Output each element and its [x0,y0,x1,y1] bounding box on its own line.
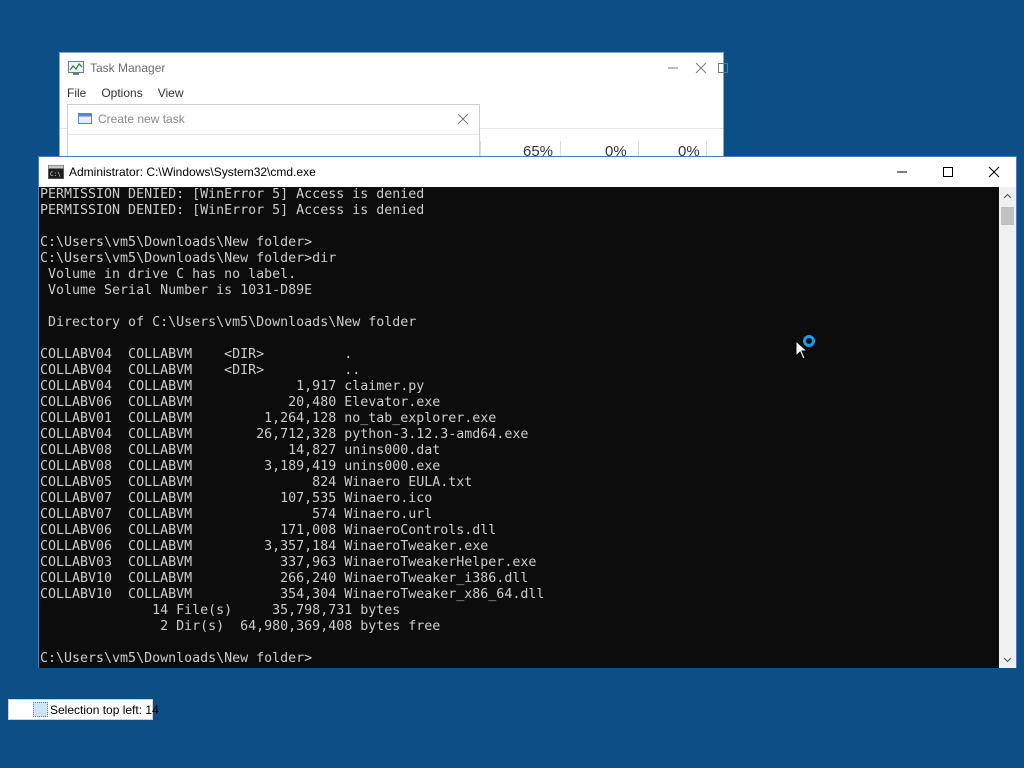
console-line: 14 File(s) 35,798,731 bytes [40,603,401,618]
console-line: COLLABV03 COLLABVM 337,963 WinaeroTweake… [40,555,537,570]
selection-icon [33,702,48,717]
console-line: COLLABV08 COLLABVM 3,189,419 unins000.ex… [40,459,441,474]
minimize-icon [897,171,907,173]
console-line: COLLABV06 COLLABVM 171,008 WinaeroContro… [40,523,497,538]
console-line: COLLABV07 COLLABVM 574 Winaero.url [40,507,433,522]
menu-options[interactable]: Options [94,83,150,103]
console-line: COLLABV04 COLLABVM <DIR> .. [40,363,361,378]
console-text: PERMISSION DENIED: [WinError 5] Access i… [39,187,999,667]
menu-view[interactable]: View [151,83,192,103]
console-line: C:\Users\vm5\Downloads\New folder>dir [40,251,337,266]
console-line: COLLABV05 COLLABVM 824 Winaero EULA.txt [40,475,473,490]
console-line: PERMISSION DENIED: [WinError 5] Access i… [40,203,425,218]
scrollbar-thumb[interactable] [1001,207,1014,225]
console-line: 2 Dir(s) 64,980,369,408 bytes free [40,619,441,634]
console-line: COLLABV04 COLLABVM 1,917 claimer.py [40,379,425,394]
close-button[interactable] [971,157,1017,187]
selection-tooltip-text: Selection top left: 14 [50,703,159,717]
task-manager-icon [68,61,84,75]
console-line: Volume Serial Number is 1031-D89E [40,283,313,298]
console-line: COLLABV07 COLLABVM 107,535 Winaero.ico [40,491,433,506]
console-output[interactable]: PERMISSION DENIED: [WinError 5] Access i… [39,187,999,668]
console-line: COLLABV10 COLLABVM 266,240 WinaeroTweake… [40,571,529,586]
cmd-titlebar[interactable]: C:\ Administrator: C:\Windows\System32\c… [39,157,1016,187]
console-line: COLLABV10 COLLABVM 354,304 WinaeroTweake… [40,587,545,602]
task-manager-menubar: File Options View [60,83,192,103]
console-line: COLLABV01 COLLABVM 1,264,128 no_tab_expl… [40,411,497,426]
scroll-down-button[interactable] [999,651,1016,668]
cmd-icon: C:\ [48,165,64,179]
cmd-title: Administrator: C:\Windows\System32\cmd.e… [69,165,316,179]
minimize-button[interactable] [879,157,925,187]
maximize-icon [943,167,953,177]
console-line: Directory of C:\Users\vm5\Downloads\New … [40,315,417,330]
vertical-scrollbar[interactable] [999,187,1016,668]
run-icon [78,113,92,124]
svg-text:C:\: C:\ [50,171,61,178]
console-line: PERMISSION DENIED: [WinError 5] Access i… [40,187,425,202]
create-new-task-dialog[interactable]: Create new task [67,104,480,164]
task-manager-titlebar[interactable]: Task Manager [60,53,728,83]
menu-file[interactable]: File [60,83,94,103]
maximize-button[interactable] [925,157,971,187]
chevron-up-icon [1003,193,1012,198]
close-icon [695,62,707,74]
chevron-down-icon [1003,657,1012,662]
console-line: C:\Users\vm5\Downloads\New folder> [40,235,313,250]
scroll-up-button[interactable] [999,187,1016,204]
console-line: C:\Users\vm5\Downloads\New folder> [40,651,313,666]
console-line: COLLABV06 COLLABVM 3,357,184 WinaeroTwea… [40,539,489,554]
console-line: COLLABV04 COLLABVM <DIR> . [40,347,353,362]
cmd-window[interactable]: C:\ Administrator: C:\Windows\System32\c… [38,156,1017,668]
dialog-divider [68,134,479,135]
console-line: Volume in drive C has no label. [40,267,297,282]
mouse-pointer-icon [795,340,809,360]
close-icon[interactable] [453,109,473,129]
create-new-task-title: Create new task [98,112,185,126]
selection-tooltip: Selection top left: 14 [8,699,159,720]
console-line: COLLABV08 COLLABVM 14,827 unins000.dat [40,443,441,458]
task-manager-title: Task Manager [90,61,166,75]
close-button[interactable] [678,53,724,83]
console-line: COLLABV06 COLLABVM 20,480 Elevator.exe [40,395,441,410]
close-icon [988,166,1000,178]
console-line: COLLABV04 COLLABVM 26,712,328 python-3.1… [40,427,529,442]
